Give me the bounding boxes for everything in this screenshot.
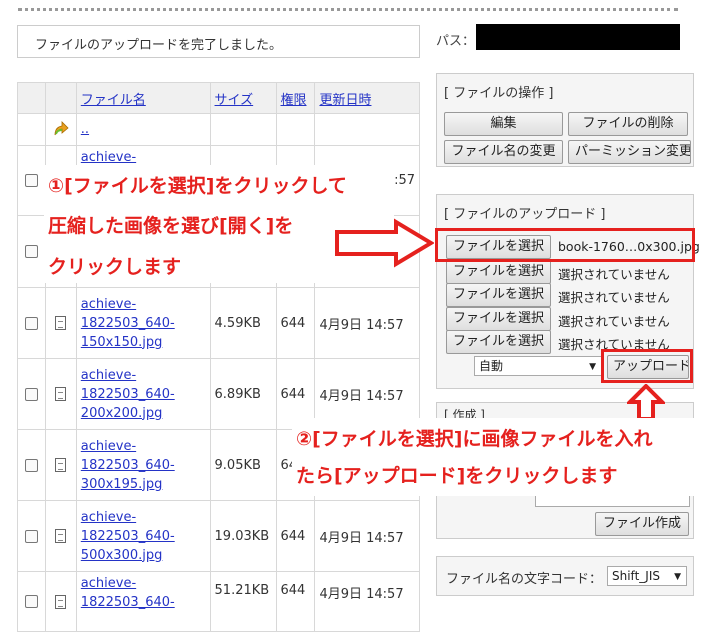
header-permission[interactable]: 権限	[275, 82, 316, 114]
chevron-down-icon: ▼	[674, 572, 681, 582]
file-upload-title: [ ファイルのアップロード ]	[444, 207, 606, 222]
path-label: パス：	[436, 34, 476, 49]
charset-panel: ファイル名の文字コード： Shift_JIS ▼	[436, 556, 694, 596]
header-icon-col	[44, 82, 77, 114]
file-icon	[55, 387, 67, 401]
file-icon	[55, 529, 67, 543]
no-file-selected-3: 選択されていません	[558, 290, 670, 305]
create-file-button[interactable]: ファイル作成	[595, 512, 689, 536]
upload-mode-value: 自動	[479, 359, 504, 373]
file-permission: 644	[275, 287, 316, 359]
file-permission: 644	[275, 500, 316, 572]
chevron-down-icon: ▼	[589, 362, 596, 372]
choose-file-button-2[interactable]: ファイルを選択	[446, 260, 551, 284]
file-date: 4月9日 14:57	[314, 287, 420, 359]
file-link[interactable]: achieve-	[81, 150, 136, 165]
sort-modified-link[interactable]: 更新日時	[319, 93, 371, 108]
sort-size-link[interactable]: サイズ	[215, 93, 254, 108]
header-size[interactable]: サイズ	[209, 82, 277, 114]
row-checkbox[interactable]	[24, 316, 38, 330]
arrow-right-icon	[335, 218, 434, 268]
file-operations-title: [ ファイルの操作 ]	[444, 86, 554, 101]
no-file-selected-2: 選択されていません	[558, 267, 670, 282]
row-checkbox[interactable]	[24, 387, 38, 401]
file-link[interactable]: achieve- 1822503_640- 300x195.jpg	[81, 439, 175, 492]
table-header-row: ファイル名 サイズ 権限 更新日時	[17, 82, 420, 114]
annotation-step2-line1: ②[ファイルを選択]に画像ファイルを入れ	[296, 428, 653, 450]
file-size: 4.59KB	[209, 287, 277, 359]
file-icon	[55, 316, 67, 330]
file-size: 9.05KB	[209, 429, 277, 501]
file-icon	[55, 458, 67, 472]
annotation-step1-line2: 圧縮した画像を選び[開く]を	[48, 215, 294, 237]
table-row-parent: ..	[17, 113, 420, 146]
highlight-upload-button	[601, 349, 693, 383]
parent-directory-link[interactable]: ..	[81, 122, 89, 137]
charset-label: ファイル名の文字コード：	[446, 572, 603, 587]
row-checkbox[interactable]	[24, 174, 38, 187]
arrow-up-icon	[627, 384, 665, 421]
table-row: achieve- 1822503_640- 150x150.jpg 4.59KB 6…	[17, 287, 420, 359]
status-message: ファイルのアップロードを完了しました。	[17, 25, 420, 58]
sort-filename-link[interactable]: ファイル名	[81, 93, 146, 108]
path-redacted	[476, 24, 680, 50]
choose-file-button-5[interactable]: ファイルを選択	[446, 330, 551, 354]
header-filename[interactable]: ファイル名	[75, 82, 211, 114]
sort-permission-link[interactable]: 権限	[281, 93, 307, 108]
annotation-step2-line2: たら[アップロード]をクリックします	[296, 465, 618, 487]
row-checkbox[interactable]	[24, 529, 38, 543]
delete-file-button[interactable]: ファイルの削除	[568, 112, 688, 136]
file-link[interactable]: achieve- 1822503_640- 500x300.jpg	[81, 510, 175, 563]
status-message-text: ファイルのアップロードを完了しました。	[35, 38, 283, 53]
table-row: achieve- 1822503_640- 500x300.jpg 19.03KB …	[17, 500, 420, 572]
row-checkbox[interactable]	[24, 458, 38, 472]
header-modified[interactable]: 更新日時	[314, 82, 420, 114]
upload-mode-select[interactable]: 自動 ▼	[474, 356, 602, 376]
file-link[interactable]: achieve- 1822503_640- 200x200.jpg	[81, 368, 175, 421]
file-link[interactable]: achieve- 1822503_640- 150x150.jpg	[81, 297, 175, 350]
file-operations-panel: [ ファイルの操作 ] 編集 ファイルの削除 ファイル名の変更 パーミッション変…	[436, 73, 694, 167]
charset-value: Shift_JIS	[612, 569, 660, 583]
highlight-choose-file	[435, 228, 695, 262]
parent-folder-icon[interactable]	[52, 119, 70, 141]
annotation-step1-line1: ①[ファイルを選択]をクリックして	[48, 175, 347, 197]
top-divider	[18, 8, 678, 11]
choose-file-button-3[interactable]: ファイルを選択	[446, 283, 551, 307]
file-size: 19.03KB	[209, 500, 277, 572]
choose-file-button-4[interactable]: ファイルを選択	[446, 307, 551, 331]
file-date: 4月9日 14:57	[314, 500, 420, 572]
file-date: :57	[394, 173, 415, 188]
edit-button[interactable]: 編集	[444, 112, 563, 136]
rename-file-button[interactable]: ファイル名の変更	[444, 140, 563, 164]
file-link[interactable]: achieve- 1822503_640-	[81, 576, 175, 610]
annotation-step1-line3: クリックします	[48, 256, 182, 278]
no-file-selected-4: 選択されていません	[558, 314, 670, 329]
charset-select[interactable]: Shift_JIS ▼	[607, 566, 687, 586]
header-checkbox-col	[17, 82, 46, 114]
file-size: 6.89KB	[209, 358, 277, 430]
row-checkbox[interactable]	[24, 245, 38, 258]
change-permission-button[interactable]: パーミッション変更	[568, 140, 691, 164]
